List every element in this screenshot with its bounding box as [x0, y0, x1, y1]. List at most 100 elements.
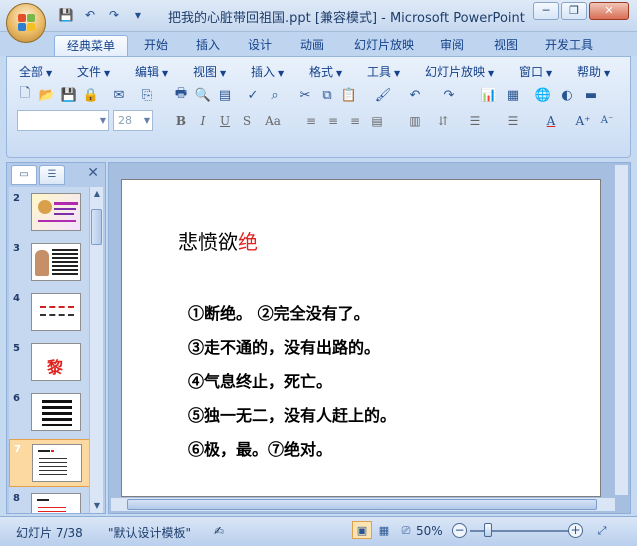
change-case-icon[interactable]: Aa [261, 111, 285, 131]
minimize-button[interactable]: ─ [533, 2, 559, 20]
tab-home[interactable]: 开始 [136, 35, 176, 56]
publish-icon[interactable]: ⎘ [137, 85, 157, 105]
justify-icon[interactable]: ▤ [367, 111, 387, 131]
menu-file[interactable]: 文件 ▼ [77, 63, 110, 80]
redo-icon[interactable]: ↷ [104, 6, 124, 24]
zoom-slider-handle[interactable] [484, 523, 492, 537]
grayscale-icon[interactable]: ◐ [557, 85, 577, 105]
outline-tab-icon[interactable]: ☰ [39, 165, 65, 185]
menu-help[interactable]: 帮助 ▼ [577, 63, 610, 80]
slide-title[interactable]: 悲愤欲绝 [178, 226, 258, 255]
tab-review[interactable]: 审阅 [432, 35, 472, 56]
font-size-combo[interactable]: 28 ▼ [113, 110, 153, 131]
cut-icon[interactable]: ✂ [295, 85, 315, 105]
bold-icon[interactable]: B [171, 111, 191, 131]
shadow-icon[interactable]: S [237, 111, 257, 131]
table-icon[interactable]: ▦ [503, 85, 523, 105]
print-icon[interactable]: 🖶 [171, 85, 191, 105]
italic-icon[interactable]: I [193, 111, 213, 131]
tab-insert[interactable]: 插入 [188, 35, 228, 56]
tab-animation[interactable]: 动画 [292, 35, 332, 56]
slide-number: 5 [13, 343, 20, 354]
align-right-icon[interactable]: ≡ [345, 111, 365, 131]
editor-horizontal-scrollbar[interactable] [111, 497, 615, 511]
zoom-out-icon[interactable]: − [452, 523, 467, 538]
email-icon[interactable]: ✉ [109, 85, 129, 105]
redo-icon[interactable]: ↷ [439, 85, 459, 105]
normal-view-icon[interactable]: ▣ [352, 521, 372, 539]
print-preview-icon[interactable]: 🔍 [193, 85, 213, 105]
undo-icon[interactable]: ↶ [80, 6, 100, 24]
menu-tools[interactable]: 工具 ▼ [367, 63, 400, 80]
slide-thumb-5[interactable]: 5 黎 [9, 339, 91, 387]
slideshow-view-icon[interactable]: ⎚ [396, 521, 416, 539]
align-left-icon[interactable]: ≡ [301, 111, 321, 131]
font-name-combo[interactable]: ▼ [17, 110, 109, 131]
chevron-down-icon: ▼ [220, 69, 227, 78]
slide-thumb-3[interactable]: 3 [9, 239, 91, 287]
slide-thumb-8[interactable]: 8 [9, 489, 91, 513]
save-icon[interactable]: 💾 [59, 85, 79, 105]
office-button[interactable] [6, 3, 46, 43]
tab-developer[interactable]: 开发工具 [540, 35, 598, 56]
globe-icon[interactable]: 🌐 [533, 85, 553, 105]
tab-view[interactable]: 视图 [486, 35, 526, 56]
tab-slideshow[interactable]: 幻灯片放映 [346, 35, 422, 56]
menu-view[interactable]: 视图 ▼ [193, 63, 226, 80]
text-direction-icon[interactable]: ⇵ [433, 111, 453, 131]
paste-icon[interactable]: 📋 [339, 85, 359, 105]
qat-customize-icon[interactable]: ▼ [128, 6, 148, 24]
research-icon[interactable]: ▤ [215, 85, 235, 105]
fit-window-icon[interactable]: ⤢ [592, 521, 612, 539]
save-icon[interactable]: 💾 [56, 6, 76, 24]
scroll-down-icon[interactable]: ▼ [90, 499, 104, 513]
slide-sorter-icon[interactable]: ▦ [374, 521, 394, 539]
scrollbar-thumb[interactable] [91, 209, 102, 245]
zoom-in-icon[interactable]: + [568, 523, 583, 538]
align-center-icon[interactable]: ≡ [323, 111, 343, 131]
scroll-up-icon[interactable]: ▲ [90, 187, 104, 201]
slide-thumb-7[interactable]: 7 [9, 439, 91, 487]
menu-window[interactable]: 窗口 ▼ [519, 63, 552, 80]
menu-all[interactable]: 全部 ▼ [19, 63, 52, 80]
zoom-level[interactable]: 50% [416, 524, 443, 538]
editor-vertical-scrollbar[interactable] [614, 165, 628, 495]
restore-button[interactable]: ❐ [561, 2, 587, 20]
spellcheck-icon[interactable]: ✍ [214, 524, 224, 538]
slide-thumb-4[interactable]: 4 [9, 289, 91, 337]
shrink-font-icon[interactable]: A⁻ [597, 111, 617, 131]
close-icon[interactable]: ✕ [87, 165, 99, 181]
open-folder-icon[interactable]: 📂 [37, 85, 57, 105]
scrollbar-thumb[interactable] [127, 499, 597, 510]
columns-icon[interactable]: ▥ [405, 111, 425, 131]
undo-icon[interactable]: ↶ [405, 85, 425, 105]
current-slide[interactable]: 悲愤欲绝 ①断绝。 ②完全没有了。 ③走不通的，没有出路的。 ④气息终止，死亡。… [121, 179, 601, 497]
classic-menu-bar: 全部 ▼ 文件 ▼ 编辑 ▼ 视图 ▼ 插入 ▼ 格式 ▼ 工具 ▼ 幻灯片放映 ▼ 窗口 ▼ 帮… [11, 63, 625, 81]
underline-icon[interactable]: U [215, 111, 235, 131]
close-button[interactable]: ✕ [589, 2, 629, 20]
slide-number: 6 [13, 393, 20, 404]
grow-font-icon[interactable]: A⁺ [573, 111, 593, 131]
menu-edit[interactable]: 编辑 ▼ [135, 63, 168, 80]
spelling-icon[interactable]: ✓ [243, 85, 263, 105]
bullets-icon[interactable]: ☰ [503, 111, 523, 131]
menu-format[interactable]: 格式 ▼ [309, 63, 342, 80]
copy-icon[interactable]: ⧉ [317, 85, 337, 105]
chart-icon[interactable]: 📊 [479, 85, 499, 105]
color-view-icon[interactable]: ▬ [581, 85, 601, 105]
tab-design[interactable]: 设计 [240, 35, 280, 56]
new-file-icon[interactable]: 🗋 [15, 85, 35, 105]
font-color-icon[interactable]: A [541, 111, 561, 131]
slides-tab-icon[interactable]: ▭ [11, 165, 37, 185]
permission-icon[interactable]: 🔒 [81, 85, 101, 105]
translate-icon[interactable]: ⌕ [265, 85, 285, 105]
definition-line: ③走不通的，没有出路的。 [188, 338, 381, 357]
menu-slideshow[interactable]: 幻灯片放映 ▼ [425, 63, 494, 80]
slides-scrollbar[interactable]: ▲ ▼ [89, 187, 103, 513]
menu-insert[interactable]: 插入 ▼ [251, 63, 284, 80]
slide-thumb-6[interactable]: 6 [9, 389, 91, 437]
tab-classic-menu[interactable]: 经典菜单 [54, 35, 128, 56]
slide-thumb-2[interactable]: 2 [9, 189, 91, 237]
numbering-icon[interactable]: ☰ [465, 111, 485, 131]
format-painter-icon[interactable]: 🖌 [373, 85, 393, 105]
